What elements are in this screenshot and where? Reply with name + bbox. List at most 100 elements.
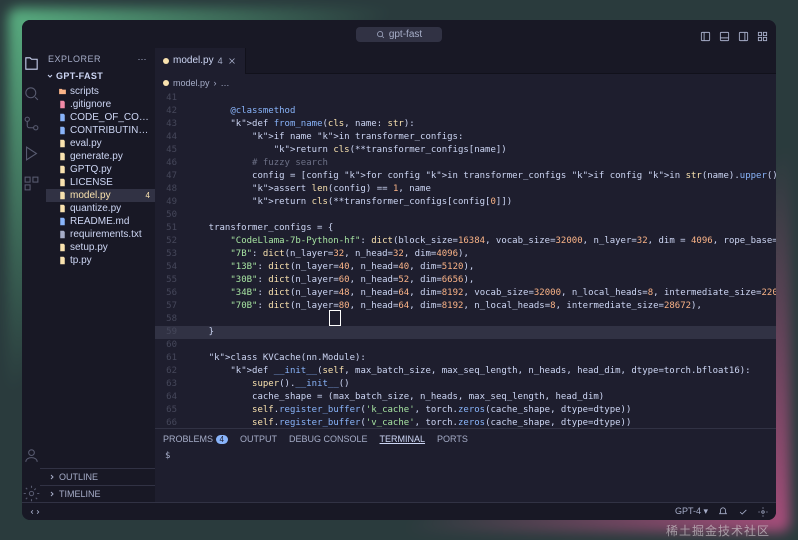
code-line[interactable]: 44 "k">if name "k">in transformer_config… — [155, 131, 776, 144]
code-line[interactable]: 62 "k">def __init__(self, max_batch_size… — [155, 365, 776, 378]
watermark: 稀土掘金技术社区 — [666, 522, 770, 539]
file-item[interactable]: CONTRIBUTING.md — [46, 124, 155, 137]
debug-icon[interactable] — [22, 144, 40, 162]
terminal-tab[interactable]: PORTS — [437, 434, 468, 444]
explorer-icon[interactable] — [22, 54, 40, 72]
code-line[interactable]: 48 "k">assert len(config) == 1, name — [155, 183, 776, 196]
file-item[interactable]: tp.py — [46, 254, 155, 267]
check-icon[interactable] — [738, 507, 748, 517]
breadcrumb-file: model.py — [173, 78, 210, 88]
explorer-more-icon[interactable]: ⋯ — [138, 54, 148, 65]
code-line[interactable]: 51 transformer_configs = { — [155, 222, 776, 235]
customize-icon[interactable] — [757, 29, 768, 40]
terminal-body[interactable]: $ — [155, 449, 776, 463]
code-line[interactable]: 43 "k">def from_name(cls, name: str): — [155, 118, 776, 131]
layout-right-icon[interactable] — [738, 29, 749, 40]
terminal-tab[interactable]: OUTPUT — [240, 434, 277, 444]
tab-modified: 4 — [218, 56, 223, 66]
extensions-icon[interactable] — [22, 174, 40, 192]
file-item[interactable]: GPTQ.py — [46, 163, 155, 176]
code-line[interactable]: 59 } — [155, 326, 776, 339]
tab-model-py[interactable]: model.py 4 — [155, 48, 246, 74]
code-line[interactable]: 47 config = [config "k">for config "k">i… — [155, 170, 776, 183]
file-item[interactable]: scripts — [46, 85, 155, 98]
breadcrumb-more: … — [221, 78, 230, 88]
bell-icon[interactable] — [718, 507, 728, 517]
tab-label: model.py — [173, 55, 214, 66]
outline-label: OUTLINE — [59, 472, 98, 482]
project-section[interactable]: GPT-FAST — [40, 69, 155, 83]
search-text: gpt-fast — [389, 29, 422, 40]
settings-icon[interactable] — [22, 484, 40, 502]
code-line[interactable]: 41 — [155, 92, 776, 105]
code-line[interactable]: 45 "k">return cls(**transformer_configs[… — [155, 144, 776, 157]
code-line[interactable]: 56 "34B": dict(n_layer=48, n_head=64, di… — [155, 287, 776, 300]
file-item[interactable]: .gitignore — [46, 98, 155, 111]
code-line[interactable]: 53 "7B": dict(n_layer=32, n_head=32, dim… — [155, 248, 776, 261]
editor[interactable]: 4142 @classmethod43 "k">def from_name(cl… — [155, 92, 776, 428]
titlebar-controls — [700, 29, 768, 40]
panel-icon[interactable] — [719, 29, 730, 40]
file-tree: scripts.gitignoreCODE_OF_CONDUC...CONTRI… — [40, 83, 155, 273]
code-line[interactable]: 64 cache_shape = (max_batch_size, n_head… — [155, 391, 776, 404]
timeline-label: TIMELINE — [59, 489, 101, 499]
chevron-down-icon — [46, 72, 54, 80]
code-line[interactable]: 50 — [155, 209, 776, 222]
file-item[interactable]: requirements.txt — [46, 228, 155, 241]
file-item[interactable]: CODE_OF_CONDUC... — [46, 111, 155, 124]
chevron-right-icon — [48, 490, 56, 498]
layout-icon[interactable] — [700, 29, 711, 40]
terminal-prompt: $ — [165, 451, 170, 461]
code-line[interactable]: 58 — [155, 313, 776, 326]
terminal-tab[interactable]: DEBUG CONSOLE — [289, 434, 368, 444]
sidebar: EXPLORER ⋯ GPT-FAST scripts.gitignoreCOD… — [40, 48, 155, 502]
code-line[interactable]: 49 "k">return cls(**transformer_configs[… — [155, 196, 776, 209]
breadcrumb[interactable]: model.py › … — [155, 74, 776, 92]
file-icon — [163, 58, 169, 64]
code-line[interactable]: 66 self.register_buffer('v_cache', torch… — [155, 417, 776, 428]
code-line[interactable]: 46 # fuzzy search — [155, 157, 776, 170]
editor-area: model.py 4 ⋯ model.py › … — [155, 48, 776, 502]
file-item[interactable]: quantize.py — [46, 202, 155, 215]
code-line[interactable]: 65 self.register_buffer('k_cache', torch… — [155, 404, 776, 417]
file-item[interactable]: README.md — [46, 215, 155, 228]
file-icon — [163, 80, 169, 86]
code-line[interactable]: 60 — [155, 339, 776, 352]
code-line[interactable]: 63 super().__init__() — [155, 378, 776, 391]
activity-bar — [22, 48, 40, 502]
search-icon[interactable] — [22, 84, 40, 102]
status-bar: GPT-4 ▾ — [22, 502, 776, 520]
code-line[interactable]: 52 "CodeLlama-7b-Python-hf": dict(block_… — [155, 235, 776, 248]
gear-icon[interactable] — [758, 507, 768, 517]
explorer-header: EXPLORER ⋯ — [40, 48, 155, 69]
file-item[interactable]: eval.py — [46, 137, 155, 150]
terminal-tab[interactable]: PROBLEMS 4 — [163, 434, 228, 444]
remote-icon[interactable] — [30, 507, 40, 517]
code-line[interactable]: 57 "70B": dict(n_layer=80, n_head=64, di… — [155, 300, 776, 313]
outline-section[interactable]: OUTLINE — [40, 468, 155, 485]
terminal-tabs: PROBLEMS 4 OUTPUT DEBUG CONSOLE TERMINAL POR… — [155, 429, 776, 449]
explorer-title: EXPLORER — [48, 54, 101, 65]
file-item[interactable]: model.py4 — [46, 189, 155, 202]
timeline-section[interactable]: TIMELINE — [40, 485, 155, 502]
accounts-icon[interactable] — [22, 446, 40, 464]
code-line[interactable]: 55 "30B": dict(n_layer=60, n_head=52, di… — [155, 274, 776, 287]
code-line[interactable]: 42 @classmethod — [155, 105, 776, 118]
terminal-panel: PROBLEMS 4 OUTPUT DEBUG CONSOLE TERMINAL POR… — [155, 428, 776, 502]
file-item[interactable]: generate.py — [46, 150, 155, 163]
code-line[interactable]: 54 "13B": dict(n_layer=40, n_head=40, di… — [155, 261, 776, 274]
titlebar: gpt-fast — [22, 20, 776, 48]
search-icon — [376, 30, 385, 39]
ide-window: gpt-fast EXPLORER ⋯ GPT-FAST — [22, 20, 776, 520]
file-item[interactable]: LICENSE — [46, 176, 155, 189]
project-name: GPT-FAST — [56, 71, 103, 81]
scm-icon[interactable] — [22, 114, 40, 132]
close-icon[interactable] — [227, 56, 237, 66]
terminal-tab[interactable]: TERMINAL — [380, 434, 426, 444]
chevron-right-icon — [48, 473, 56, 481]
command-center[interactable]: gpt-fast — [356, 27, 442, 42]
code-line[interactable]: 61 "k">class KVCache(nn.Module): — [155, 352, 776, 365]
chevron-right-icon: › — [214, 78, 217, 88]
file-item[interactable]: setup.py — [46, 241, 155, 254]
model-selector[interactable]: GPT-4 ▾ — [675, 506, 708, 517]
